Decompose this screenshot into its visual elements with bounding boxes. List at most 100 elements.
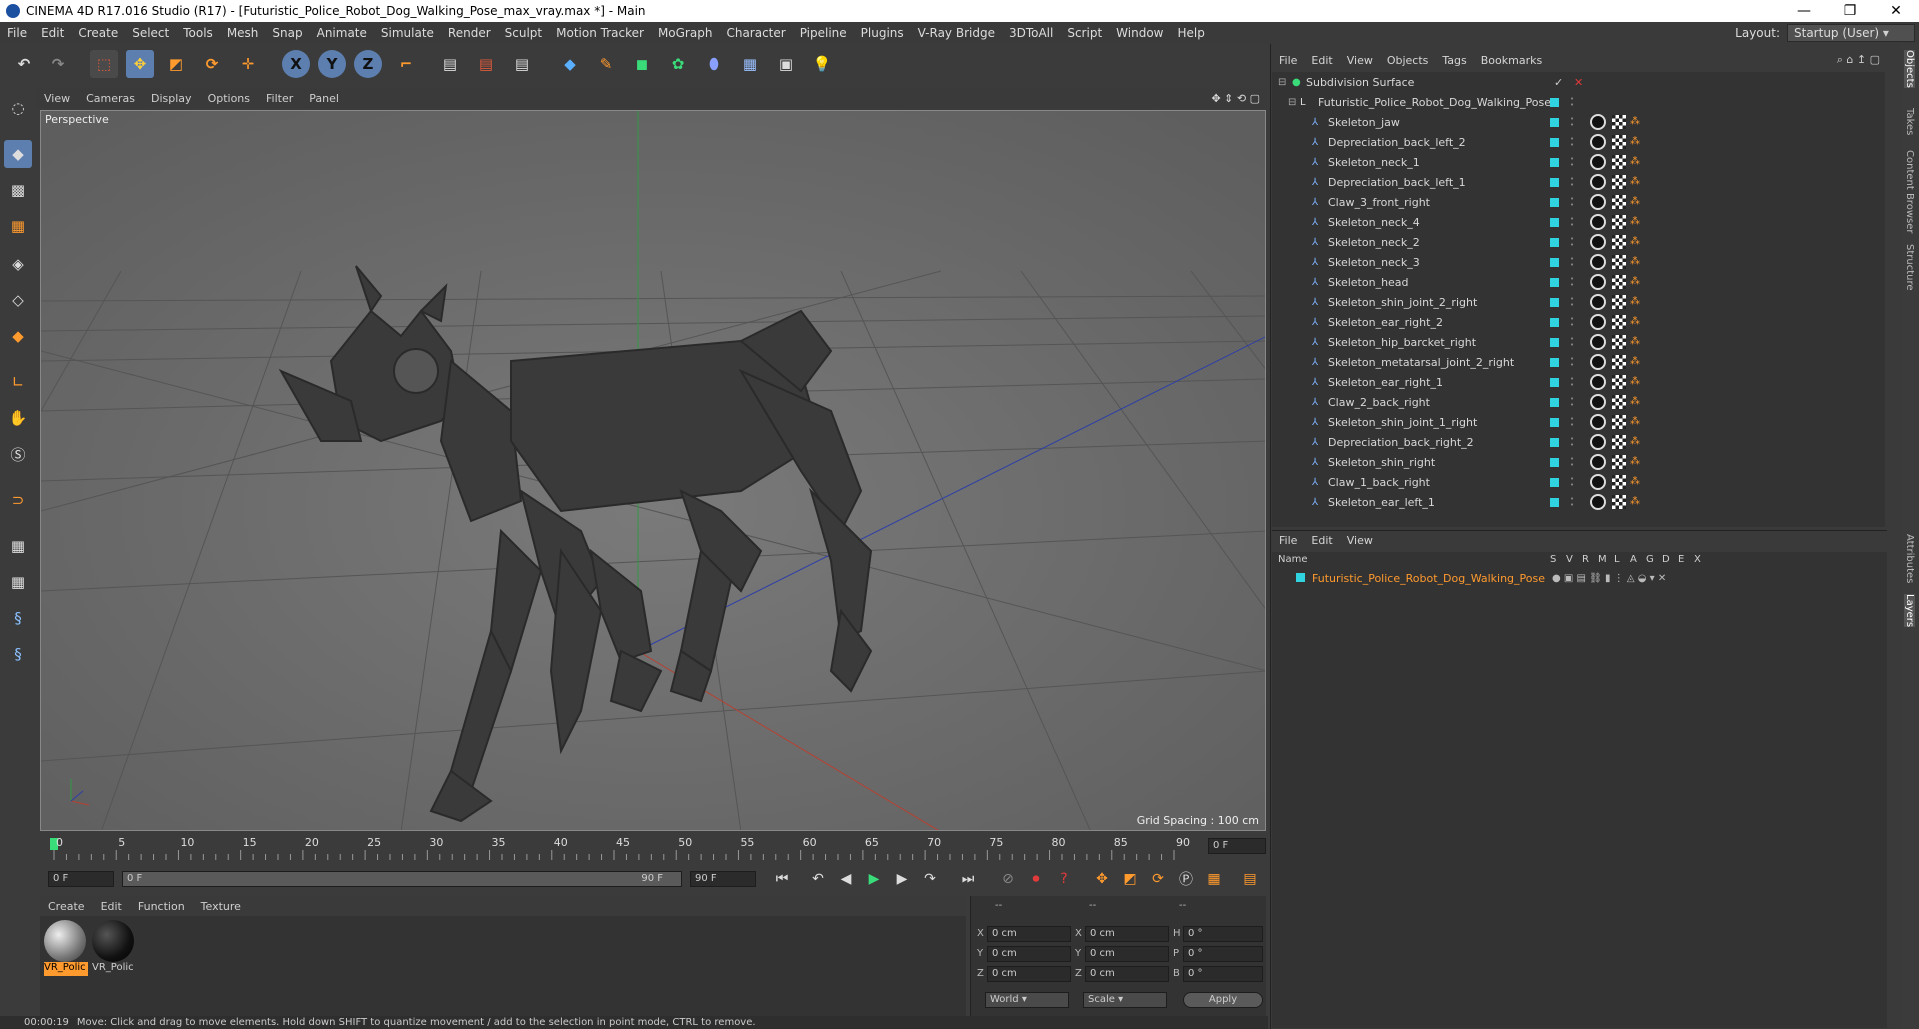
make-editable-icon[interactable]: ◌ [4, 94, 32, 122]
python-script-1-icon[interactable]: § [4, 604, 32, 632]
layers-menu-view[interactable]: View [1340, 534, 1380, 547]
live-selection-icon[interactable]: ⬚ [90, 50, 118, 78]
tab-structure[interactable]: Structure [1904, 244, 1915, 291]
menu-help[interactable]: Help [1170, 26, 1211, 40]
visibility-dots-icon[interactable]: • • [1570, 236, 1574, 249]
texture-tag-icon[interactable] [1612, 415, 1626, 429]
vray-tag-icon[interactable]: ⁂ [1630, 476, 1642, 488]
objects-menu-view[interactable]: View [1340, 54, 1380, 67]
collapse-icon[interactable]: ⊟ [1288, 97, 1298, 108]
menu-vray-bridge[interactable]: V-Ray Bridge [911, 26, 1002, 40]
cube-icon[interactable]: ◆ [556, 50, 584, 78]
check-enabled-icon[interactable]: ✓ [1554, 76, 1563, 89]
objects-menu-file[interactable]: File [1272, 54, 1304, 67]
end-frame-field[interactable]: 90 F [690, 871, 756, 887]
layout-select[interactable]: Startup (User) ▾ [1787, 24, 1915, 42]
menu-animate[interactable]: Animate [310, 26, 374, 40]
y-axis-icon[interactable]: Y [318, 50, 346, 78]
size-x-field[interactable]: 0 cm [1085, 926, 1169, 942]
render-settings-icon[interactable]: ▤ [508, 50, 536, 78]
menu-script[interactable]: Script [1060, 26, 1109, 40]
texture-tag-icon[interactable] [1612, 175, 1626, 189]
texture-tag-icon[interactable] [1612, 235, 1626, 249]
render-view-icon[interactable]: ▤ [436, 50, 464, 78]
next-frame-icon[interactable]: ▶ [890, 868, 914, 890]
deformer-icon[interactable]: ⬮ [700, 50, 728, 78]
auto-keying-icon[interactable]: ⏺ [1024, 868, 1048, 890]
redo-icon[interactable]: ↷ [44, 50, 72, 78]
material-tag-icon[interactable] [1590, 314, 1606, 330]
visibility-dots-icon[interactable]: • • [1570, 376, 1574, 389]
go-to-start-icon[interactable]: ⏮ [770, 868, 794, 890]
texture-tag-icon[interactable] [1612, 375, 1626, 389]
material-tag-icon[interactable] [1590, 354, 1606, 370]
vray-tag-icon[interactable]: ⁂ [1630, 176, 1642, 188]
material-tag-icon[interactable] [1590, 454, 1606, 470]
model-mode-icon[interactable]: ◆ [4, 140, 32, 168]
menu-pipeline[interactable]: Pipeline [793, 26, 854, 40]
visibility-dots-icon[interactable]: • • [1570, 496, 1574, 509]
vray-tag-icon[interactable]: ⁂ [1630, 456, 1642, 468]
polygons-mode-icon[interactable]: ◆ [4, 322, 32, 350]
menu-3dtoall[interactable]: 3DToAll [1002, 26, 1060, 40]
material-tag-icon[interactable] [1590, 194, 1606, 210]
tweak-mode-icon[interactable]: ✋ [4, 404, 32, 432]
menu-sculpt[interactable]: Sculpt [498, 26, 549, 40]
pen-spline-icon[interactable]: ✎ [592, 50, 620, 78]
texture-tag-icon[interactable] [1612, 495, 1626, 509]
undo-icon[interactable]: ↶ [10, 50, 38, 78]
visibility-dots-icon[interactable]: • • [1570, 116, 1574, 129]
menu-mesh[interactable]: Mesh [220, 26, 266, 40]
texture-tag-icon[interactable] [1612, 475, 1626, 489]
menu-create[interactable]: Create [71, 26, 125, 40]
texture-tag-icon[interactable] [1612, 135, 1626, 149]
visibility-dots-icon[interactable]: • • [1570, 156, 1574, 169]
object-row[interactable]: ⅄ Skeleton_ear_right_1 • • ⁂ [1272, 372, 1885, 392]
objects-menu-objects[interactable]: Objects [1380, 54, 1436, 67]
visibility-dots-icon[interactable]: • • [1570, 476, 1574, 489]
key-position-icon[interactable]: ✥ [1090, 868, 1114, 890]
viewport-menu-filter[interactable]: Filter [258, 92, 301, 105]
object-row[interactable]: ⅄ Claw_1_back_right • • ⁂ [1272, 472, 1885, 492]
rotation-p-field[interactable]: 0 ° [1183, 946, 1263, 962]
vray-tag-icon[interactable]: ⁂ [1630, 336, 1642, 348]
vray-tag-icon[interactable]: ⁂ [1630, 216, 1642, 228]
go-to-end-icon[interactable]: ⏭ [956, 868, 980, 890]
visibility-dots-icon[interactable]: • • [1570, 436, 1574, 449]
viewport-menu-view[interactable]: View [36, 92, 78, 105]
floor-environment-icon[interactable]: ▦ [736, 50, 764, 78]
menu-snap[interactable]: Snap [265, 26, 309, 40]
objects-menu-edit[interactable]: Edit [1304, 54, 1339, 67]
timeline-ruler[interactable]: 0 5 10 15 20 25 30 35 40 45 50 55 60 65 70 75 80 85 90 0 F [40, 834, 1266, 862]
move-tool-icon[interactable]: ✥ [126, 50, 154, 78]
material-menu-function[interactable]: Function [130, 900, 193, 913]
layers-menu-edit[interactable]: Edit [1304, 534, 1339, 547]
material-tag-icon[interactable] [1590, 174, 1606, 190]
material-tag-icon[interactable] [1590, 234, 1606, 250]
rotation-b-field[interactable]: 0 ° [1183, 966, 1263, 982]
menu-edit[interactable]: Edit [34, 26, 71, 40]
tab-takes[interactable]: Takes [1904, 108, 1915, 135]
visibility-dots-icon[interactable]: • • [1570, 456, 1574, 469]
object-row[interactable]: ⅄ Depreciation_back_left_1 • • ⁂ [1272, 172, 1885, 192]
keyframe-selection-icon[interactable]: ? [1052, 868, 1076, 890]
object-manager-search-icon[interactable]: ⌕ ⌂ ↥ ▢ [1830, 53, 1887, 67]
visibility-dots-icon[interactable]: • • [1570, 96, 1574, 109]
menu-window[interactable]: Window [1109, 26, 1170, 40]
object-row[interactable]: ⅄ Depreciation_back_right_2 • • ⁂ [1272, 432, 1885, 452]
rotate-tool-icon[interactable]: ⟳ [198, 50, 226, 78]
object-row[interactable]: ⅄ Claw_2_back_right • • ⁂ [1272, 392, 1885, 412]
object-row-group[interactable]: ⊟ L Futuristic_Police_Robot_Dog_Walking_… [1272, 92, 1885, 112]
texture-tag-icon[interactable] [1612, 295, 1626, 309]
vray-tag-icon[interactable]: ⁂ [1630, 276, 1642, 288]
position-z-field[interactable]: 0 cm [987, 966, 1071, 982]
material-tag-icon[interactable] [1590, 134, 1606, 150]
visibility-dots-icon[interactable]: • • [1570, 256, 1574, 269]
material-tag-icon[interactable] [1590, 434, 1606, 450]
key-rotation-icon[interactable]: ⟳ [1146, 868, 1170, 890]
position-y-field[interactable]: 0 cm [987, 946, 1071, 962]
vray-tag-icon[interactable]: ⁂ [1630, 416, 1642, 428]
key-scale-icon[interactable]: ◩ [1118, 868, 1142, 890]
object-row[interactable]: ⅄ Skeleton_jaw • • ⁂ [1272, 112, 1885, 132]
menu-select[interactable]: Select [125, 26, 176, 40]
